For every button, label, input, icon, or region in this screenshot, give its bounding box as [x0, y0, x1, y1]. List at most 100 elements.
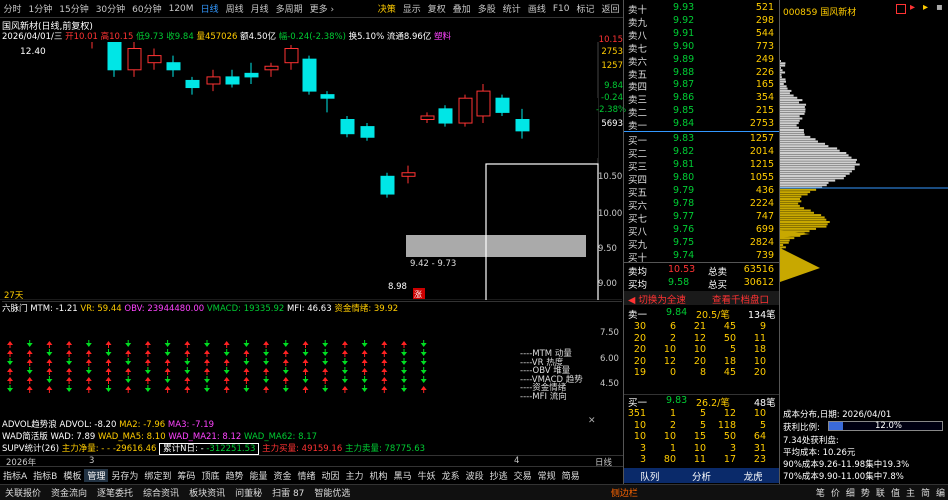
- detail-tab[interactable]: 细: [843, 486, 858, 499]
- toolbar-item[interactable]: 叠加: [449, 2, 474, 15]
- indicator-tab[interactable]: 绑定到: [141, 469, 174, 482]
- detail-tab[interactable]: 联: [873, 486, 888, 499]
- indicator-tab[interactable]: 指标A: [0, 469, 30, 482]
- toolbar-item[interactable]: 60分钟: [129, 2, 165, 15]
- indicator-tab[interactable]: 交易: [511, 469, 535, 482]
- detail-tab[interactable]: 编: [933, 486, 948, 499]
- advol-title[interactable]: ADVOL趋势浪: [2, 420, 57, 430]
- bid-row[interactable]: 买二 9.82 2014: [624, 146, 780, 159]
- supv-title[interactable]: SUPV统计(26): [2, 444, 59, 454]
- indicator-tab[interactable]: 龙系: [439, 469, 463, 482]
- detail-tab[interactable]: 笔: [813, 486, 828, 499]
- arrow-icon[interactable]: ▸: [923, 2, 928, 13]
- toolbar-item[interactable]: 分时: [0, 2, 25, 15]
- detail-tab[interactable]: 简: [918, 486, 933, 499]
- candlestick-chart[interactable]: 9.42 - 9.73 12.40 8.98 27天 涨: [0, 42, 622, 300]
- toolbar-item[interactable]: 复权: [424, 2, 449, 15]
- toolbar-item[interactable]: 30分钟: [92, 2, 128, 15]
- tab-queue[interactable]: 队列: [640, 469, 659, 483]
- down-arrow: [283, 388, 289, 392]
- indicator-tab[interactable]: 趋势: [222, 469, 246, 482]
- indicator-tab[interactable]: 抄逃: [487, 469, 511, 482]
- bottom-tab[interactable]: 智能优选: [309, 486, 355, 499]
- ask-row[interactable]: 卖二 9.85 215: [624, 105, 780, 118]
- bottom-tab[interactable]: 逐笔委托: [92, 486, 138, 499]
- toolbar-item[interactable]: 多股: [474, 2, 499, 15]
- bid-row[interactable]: 买四 9.80 1055: [624, 172, 780, 185]
- indicator-tab[interactable]: 模板: [60, 469, 84, 482]
- tab-dragon[interactable]: 龙虎: [744, 469, 763, 483]
- toolbar-item[interactable]: 决策: [374, 2, 399, 15]
- detail-tab[interactable]: 主: [903, 486, 918, 499]
- toolbar-item[interactable]: 月线: [247, 2, 272, 15]
- toolbar-item[interactable]: 显示: [399, 2, 424, 15]
- indicator-tab[interactable]: 机构: [367, 469, 391, 482]
- ask-row[interactable]: 卖五 9.88 226: [624, 67, 780, 80]
- bottom-tab[interactable]: 综合资讯: [138, 486, 184, 499]
- settings-icon[interactable]: ▪: [936, 2, 943, 13]
- close-icon[interactable]: ✕: [588, 416, 596, 426]
- toolbar-item[interactable]: 日线: [197, 2, 222, 15]
- indicator-tab[interactable]: 顶底: [198, 469, 222, 482]
- toolbar-item[interactable]: 15分钟: [56, 2, 92, 15]
- detail-tab[interactable]: 势: [858, 486, 873, 499]
- ask-row[interactable]: 卖十 9.93 521: [624, 2, 780, 15]
- indicator-tab[interactable]: 另存为: [108, 469, 141, 482]
- bid-row[interactable]: 买一 9.83 1257: [624, 133, 780, 146]
- bid-row[interactable]: 买六 9.78 2224: [624, 198, 780, 211]
- indicator-tab[interactable]: 动因: [319, 469, 343, 482]
- toolbar-item[interactable]: 1分钟: [25, 2, 56, 15]
- bottom-tab[interactable]: 板块资讯: [184, 486, 230, 499]
- bid-row[interactable]: 买五 9.79 436: [624, 185, 780, 198]
- bottom-tab[interactable]: 问董秘: [230, 486, 267, 499]
- switch-speed-link[interactable]: ◀ 切换为全速: [628, 292, 686, 306]
- view-depth-link[interactable]: 查看千档盘口: [712, 292, 769, 306]
- chip-toggle-icon[interactable]: [896, 4, 906, 14]
- indicator-tab[interactable]: 能量: [246, 469, 270, 482]
- indicator-tab[interactable]: 波段: [463, 469, 487, 482]
- ask-row[interactable]: 卖三 9.86 354: [624, 92, 780, 105]
- indicator-tab[interactable]: 筹码: [174, 469, 198, 482]
- quote-sector[interactable]: 塑料: [434, 32, 451, 42]
- wad-title[interactable]: WAD简活版: [2, 432, 48, 442]
- ask-row[interactable]: 卖四 9.87 165: [624, 79, 780, 92]
- sidebar-toggle[interactable]: 侧边栏: [606, 486, 643, 499]
- indicator-tab[interactable]: 主力: [343, 469, 367, 482]
- bid-row[interactable]: 买三 9.81 1215: [624, 159, 780, 172]
- ask-row[interactable]: 卖九 9.92 298: [624, 15, 780, 28]
- indicator-tab[interactable]: 常规: [535, 469, 559, 482]
- toolbar-item[interactable]: 标记: [573, 2, 598, 15]
- detail-tab[interactable]: 值: [888, 486, 903, 499]
- toolbar-item[interactable]: 更多 ›: [306, 2, 337, 15]
- bottom-tab[interactable]: 资金流向: [46, 486, 92, 499]
- toolbar-item[interactable]: 返回: [598, 2, 623, 15]
- chip-bar: [780, 127, 799, 129]
- detail-tab[interactable]: 价: [828, 486, 843, 499]
- toolbar-item[interactable]: F10: [549, 4, 573, 14]
- toolbar-item[interactable]: 统计: [499, 2, 524, 15]
- toolbar-item[interactable]: 多周期: [272, 2, 306, 15]
- indicator-tab[interactable]: 黑马: [391, 469, 415, 482]
- ask-row[interactable]: 卖七 9.90 773: [624, 41, 780, 54]
- flag-icon[interactable]: ▸: [910, 2, 915, 13]
- indicator-tab[interactable]: 资金: [270, 469, 294, 482]
- toolbar-item[interactable]: 120M: [165, 4, 197, 14]
- indicator-tab[interactable]: 管理: [84, 469, 108, 482]
- ask-row[interactable]: 卖八 9.91 544: [624, 28, 780, 41]
- bid-row[interactable]: 买八 9.76 699: [624, 224, 780, 237]
- ask-row[interactable]: 卖六 9.89 249: [624, 54, 780, 67]
- toolbar-item[interactable]: 画线: [524, 2, 549, 15]
- indicator-tab[interactable]: 简易: [559, 469, 583, 482]
- indicator-tab[interactable]: 情绪: [295, 469, 319, 482]
- tab-analysis[interactable]: 分析: [692, 469, 711, 483]
- bottom-tab[interactable]: 扫雷 87: [267, 486, 309, 499]
- indicator-tab[interactable]: 指标B: [30, 469, 60, 482]
- bid-row[interactable]: 买九 9.75 2824: [624, 237, 780, 250]
- indicator-title[interactable]: 六脉门: [2, 304, 28, 314]
- bid-row[interactable]: 买七 9.77 747: [624, 211, 780, 224]
- ask-row[interactable]: 卖一 9.84 2753: [624, 118, 780, 131]
- bottom-tab[interactable]: 关联报价: [0, 486, 46, 499]
- toolbar-item[interactable]: 周线: [222, 2, 247, 15]
- chip-bar: [780, 81, 786, 83]
- indicator-tab[interactable]: 牛妖: [415, 469, 439, 482]
